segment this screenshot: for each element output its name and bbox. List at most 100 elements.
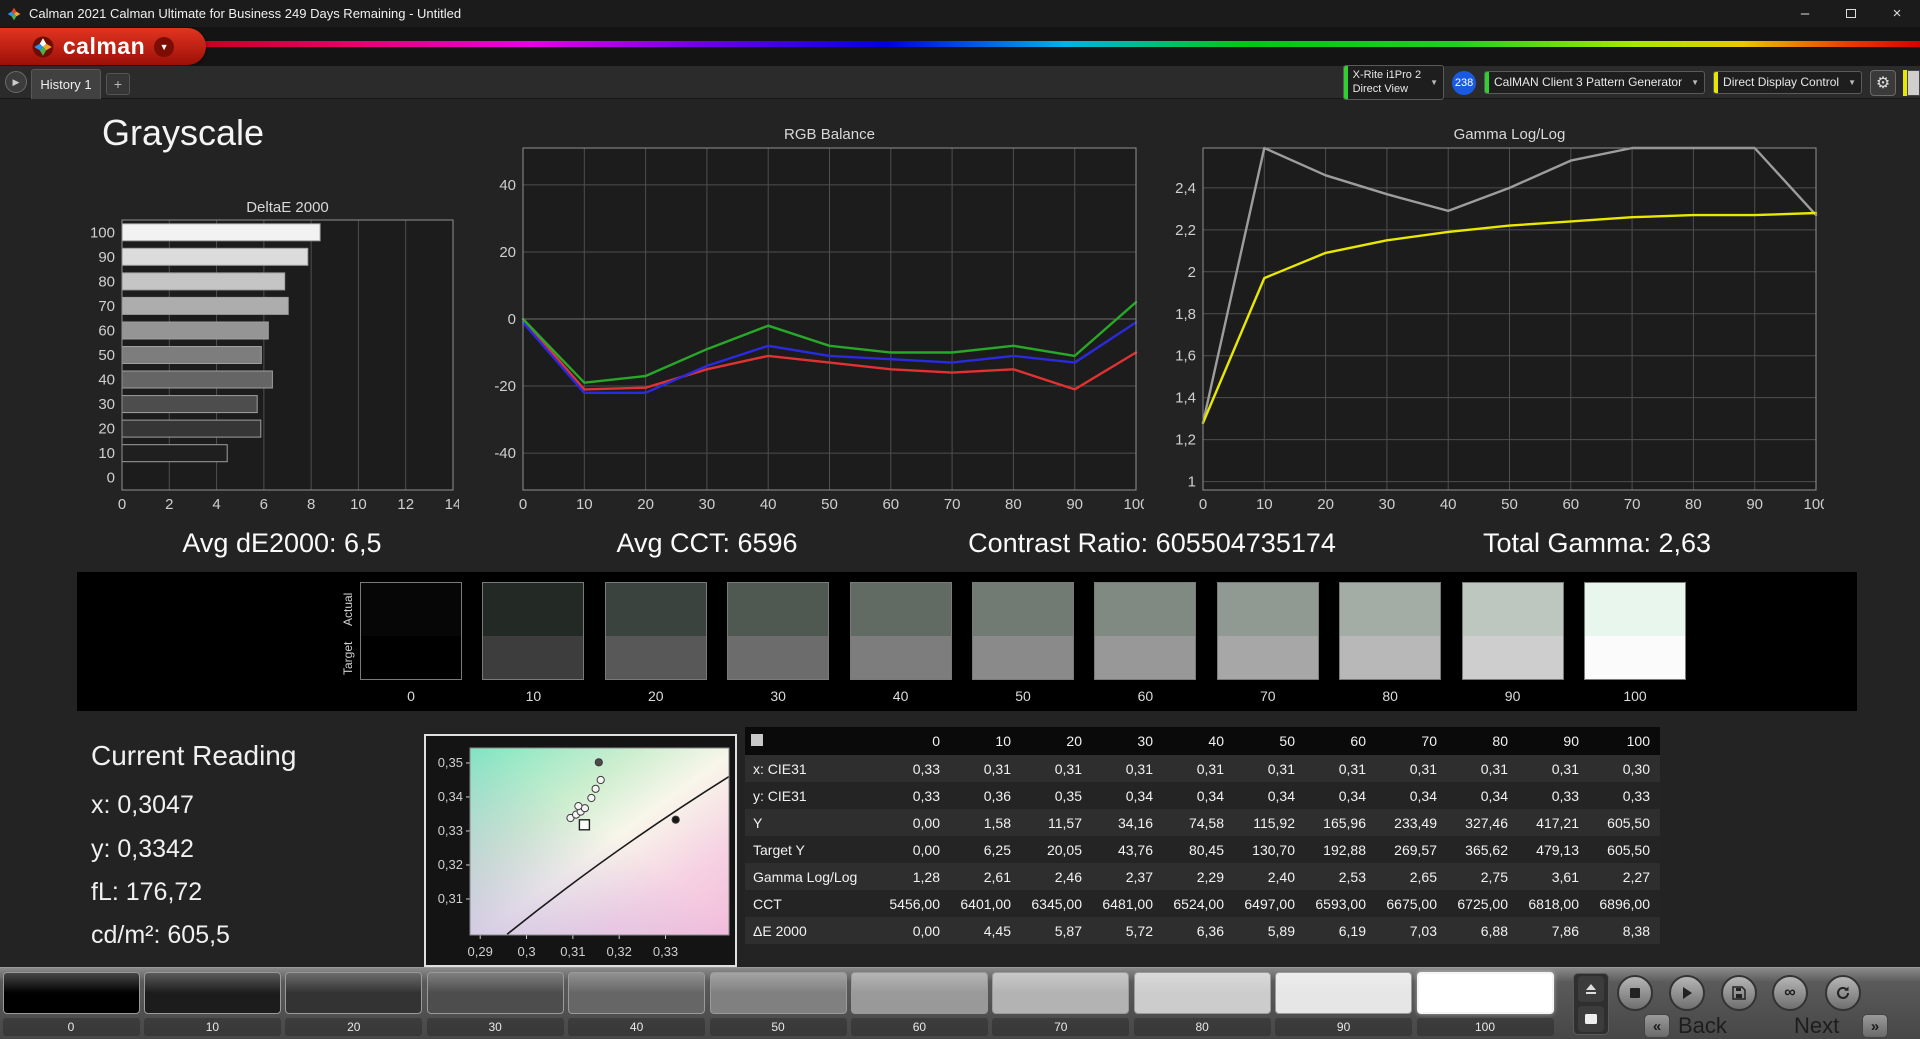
svg-text:1,6: 1,6 — [1175, 348, 1196, 365]
table-cell: 0,33 — [879, 782, 950, 809]
calman-logo-icon — [32, 36, 54, 57]
swatch-40 — [849, 582, 952, 680]
swatch-label: 70 — [1260, 688, 1276, 704]
table-cell: 0,00 — [879, 917, 950, 944]
save-icon — [1732, 986, 1746, 1000]
pattern-button-50[interactable] — [709, 972, 847, 1014]
play-icon — [1683, 987, 1692, 999]
meter-count-badge[interactable]: 238 — [1452, 70, 1477, 95]
pattern-button-20[interactable] — [285, 972, 423, 1014]
pattern-label: 70 — [992, 1018, 1130, 1036]
svg-text:0,33: 0,33 — [653, 944, 678, 959]
maximize-button[interactable] — [1828, 0, 1874, 27]
tab-history-1[interactable]: History 1 — [31, 69, 101, 99]
pattern-button-100[interactable] — [1416, 972, 1554, 1014]
table-cell: 327,46 — [1447, 809, 1518, 836]
pattern-button-0[interactable] — [2, 972, 140, 1014]
close-icon: × — [1892, 5, 1902, 22]
svg-text:40: 40 — [760, 496, 777, 513]
svg-text:100: 100 — [1803, 496, 1824, 513]
titlebar: Calman 2021 Calman Ultimate for Business… — [0, 0, 1920, 27]
table-col-header: 30 — [1092, 727, 1163, 755]
table-cell: 1,58 — [950, 809, 1021, 836]
deltae-chart-title: DeltaE 2000 — [246, 199, 329, 216]
svg-text:30: 30 — [1379, 496, 1396, 513]
svg-text:0: 0 — [118, 496, 126, 513]
continuous-read-button[interactable]: ∞ — [1772, 975, 1808, 1011]
rgb-balance-chart: 0 10 20 30 40 50 60 70 80 90 100 40 20 0 -20 -40 — [494, 147, 1144, 513]
swatch-actual — [1340, 583, 1441, 636]
swatch-label: 60 — [1137, 688, 1154, 704]
settings-button[interactable]: ⚙ — [1870, 69, 1896, 96]
back-chevron-button[interactable]: « — [1644, 1014, 1670, 1038]
pattern-button-30[interactable] — [426, 972, 564, 1014]
reading-y: y: 0,3342 — [91, 835, 194, 863]
table-cell: 269,57 — [1376, 836, 1447, 863]
stop-button[interactable] — [1617, 975, 1653, 1011]
back-button[interactable]: Back — [1678, 1013, 1727, 1039]
svg-text:40: 40 — [1440, 496, 1457, 513]
svg-text:2,4: 2,4 — [1175, 180, 1196, 197]
swatch-label: 10 — [525, 688, 542, 704]
svg-text:40: 40 — [98, 372, 115, 389]
table-cell: 2,40 — [1234, 863, 1305, 890]
refresh-icon — [1837, 986, 1849, 999]
tab-bar: ▶ History 1 + X-Rite i1Pro 2 Direct View… — [0, 64, 1920, 101]
table-cell: 2,27 — [1589, 863, 1660, 890]
pattern-button-10[interactable] — [143, 972, 281, 1014]
layout-select-button[interactable] — [1578, 1006, 1604, 1032]
table-cell: 192,88 — [1305, 836, 1376, 863]
svg-text:10: 10 — [1256, 496, 1273, 513]
meter-dropdown[interactable]: X-Rite i1Pro 2 Direct View ▼ — [1342, 64, 1445, 101]
table-cell: 6497,00 — [1234, 890, 1305, 917]
pattern-button-70[interactable] — [992, 972, 1130, 1014]
table-cell: 6401,00 — [950, 890, 1021, 917]
pattern-label: 10 — [143, 1018, 281, 1036]
collapse-bar-button[interactable] — [1578, 976, 1604, 1002]
pattern-sheen — [3, 973, 139, 1013]
refresh-button[interactable] — [1825, 975, 1861, 1011]
close-button[interactable]: × — [1874, 0, 1920, 27]
swatch-target — [973, 635, 1073, 679]
pattern-button-90[interactable] — [1275, 972, 1413, 1014]
next-button[interactable]: Next — [1794, 1013, 1839, 1039]
pattern-sheen — [427, 973, 563, 1013]
pattern-label: 60 — [850, 1018, 988, 1036]
swatch-50 — [972, 582, 1074, 680]
table-col-header: 90 — [1518, 727, 1589, 755]
add-tab-button[interactable]: + — [106, 73, 130, 95]
rainbow-strip — [140, 41, 1920, 47]
minimize-button[interactable]: – — [1782, 0, 1828, 27]
display-control-dropdown[interactable]: Direct Display Control ▼ — [1713, 71, 1862, 94]
pattern-button-80[interactable] — [1133, 972, 1271, 1014]
table-cell: 0,30 — [1589, 755, 1660, 782]
app-icon — [6, 6, 22, 22]
pattern-button-40[interactable] — [568, 972, 706, 1014]
calman-wordmark: calman — [62, 33, 146, 59]
table-row: ΔE 2000 0,00 4,45 5,87 5,72 6,36 5,89 6,19 7,03 6… — [745, 917, 1660, 944]
table-cell: 2,61 — [950, 863, 1021, 890]
history-panel-toggle[interactable]: ▶ — [5, 71, 27, 93]
svg-text:12: 12 — [397, 496, 414, 513]
table-cell: 2,37 — [1092, 863, 1163, 890]
next-chevron-button[interactable]: » — [1862, 1014, 1888, 1038]
swatch-actual — [361, 583, 461, 636]
svg-text:-20: -20 — [494, 378, 516, 395]
table-cell: 5456,00 — [879, 890, 950, 917]
play-button[interactable] — [1669, 975, 1705, 1011]
pattern-label: 50 — [709, 1018, 847, 1036]
calman-menu-button[interactable]: calman ▼ — [0, 28, 206, 65]
svg-text:10: 10 — [350, 496, 367, 513]
pattern-button-60[interactable] — [850, 972, 988, 1014]
meter-mode: Direct View — [1352, 82, 1409, 95]
table-cell: 2,53 — [1305, 863, 1376, 890]
pattern-label: 80 — [1133, 1018, 1271, 1036]
svg-text:90: 90 — [1066, 496, 1083, 513]
calman-app-window: Calman 2021 Calman Ultimate for Business… — [0, 0, 1920, 1039]
table-cell: 5,89 — [1234, 917, 1305, 944]
table-cell: 0,35 — [1021, 782, 1092, 809]
source-dropdown[interactable]: CalMAN Client 3 Pattern Generator ▼ — [1484, 71, 1706, 94]
svg-text:0,31: 0,31 — [438, 891, 463, 906]
save-button[interactable] — [1721, 975, 1757, 1011]
table-cell: 0,34 — [1234, 782, 1305, 809]
